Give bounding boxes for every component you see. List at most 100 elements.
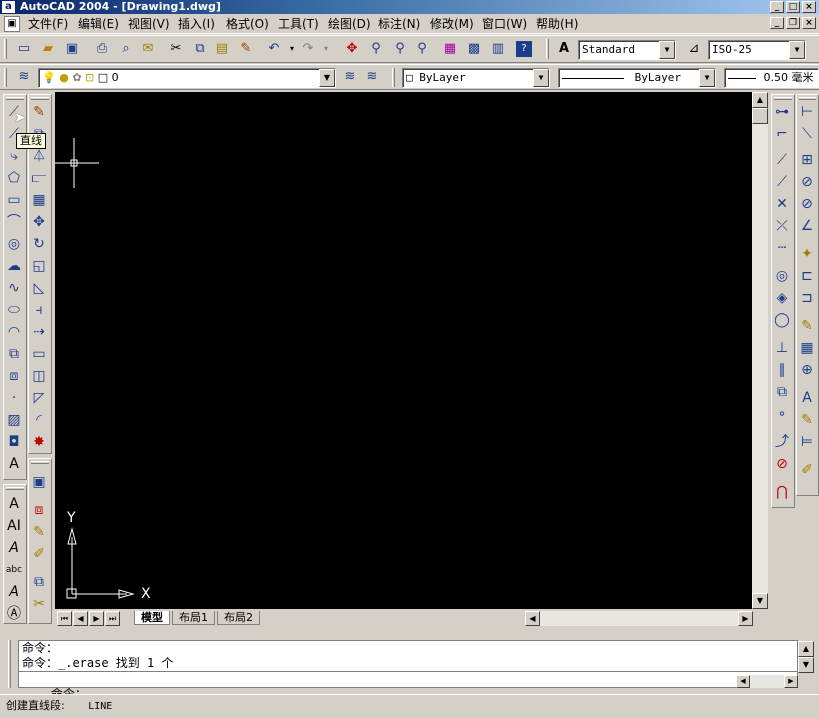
fillet-icon[interactable]: ◜ [29, 410, 49, 430]
dimension-text-edit-icon[interactable]: ✎ [797, 410, 817, 430]
dimension-update-icon[interactable]: ⊨ [797, 432, 817, 452]
insert-block-icon[interactable]: ⧉ [4, 344, 24, 364]
snap-tangent-icon[interactable]: ◯ [772, 310, 792, 330]
rectangle-icon[interactable]: ▭ [4, 190, 24, 210]
snap-midpoint-icon[interactable]: ⟋ [772, 172, 792, 192]
publish-icon[interactable]: ✉ [138, 39, 158, 59]
styles-toolbar-grip[interactable] [546, 39, 549, 59]
save-icon[interactable]: ▣ [62, 39, 82, 59]
doc-restore-button[interactable]: ❐ [786, 17, 800, 29]
erase-icon[interactable]: ✎ [29, 102, 49, 122]
chamfer-icon[interactable]: ◸ [29, 388, 49, 408]
text-style-icon[interactable]: A [554, 39, 574, 59]
region-icon[interactable]: ◘ [4, 432, 24, 452]
tab-layout2[interactable]: 布局2 [217, 611, 260, 625]
radius-dimension-icon[interactable]: ⊘ [797, 172, 817, 192]
offset-icon[interactable]: ⫍ [29, 168, 49, 188]
point-icon[interactable]: · [4, 388, 24, 408]
toolbar-grip[interactable] [31, 97, 49, 100]
explode-icon[interactable]: ✸ [29, 432, 49, 452]
layer-states-icon[interactable]: ▣ [29, 472, 49, 492]
lineweight-select[interactable]: 0.50 毫米 [724, 68, 819, 88]
dim-style-icon[interactable]: ⊿ [684, 39, 704, 59]
properties-icon[interactable]: ▦ [440, 39, 460, 59]
linear-dimension-icon[interactable]: ⊢ [797, 102, 817, 122]
copy-icon[interactable]: ⧉ [190, 39, 210, 59]
make-object-layer-current-icon[interactable]: ≋ [340, 67, 360, 87]
toolbar-grip[interactable] [6, 97, 24, 100]
center-mark-icon[interactable]: ⊕ [797, 360, 817, 380]
text-style-select[interactable]: Standard ▼ [578, 40, 676, 60]
mirror-icon[interactable]: ⏃ [29, 146, 49, 166]
scroll-down-icon[interactable]: ▼ [752, 593, 768, 609]
ole-object-icon[interactable]: ✂ [29, 594, 49, 614]
baseline-dimension-icon[interactable]: ⊏ [797, 266, 817, 286]
doc-close-button[interactable]: × [802, 17, 816, 29]
command-window-grip[interactable] [8, 640, 11, 688]
cmd-scroll-up-icon[interactable]: ▲ [798, 641, 814, 657]
polyline-icon[interactable]: ⤷ [4, 146, 24, 166]
snap-perpendicular-icon[interactable]: ⊥ [772, 338, 792, 358]
tab-model[interactable]: 模型 [134, 611, 170, 625]
cut-icon[interactable]: ✂ [166, 39, 186, 59]
design-center-icon[interactable]: ▩ [464, 39, 484, 59]
rotate-icon[interactable]: ↻ [29, 234, 49, 254]
vertical-scrollbar[interactable]: ▲ ▼ [752, 92, 768, 609]
extend-icon[interactable]: ⇢ [29, 322, 49, 342]
snap-intersection-icon[interactable]: ✕ [772, 194, 792, 214]
make-block-icon[interactable]: ⧈ [4, 366, 24, 386]
layer-previous-icon[interactable]: ≋ [362, 67, 382, 87]
hatch-icon[interactable]: ▨ [4, 410, 24, 430]
cmd-scroll-right-icon[interactable]: ▶ [784, 675, 798, 688]
zoom-previous-icon[interactable]: ⚲ [412, 39, 432, 59]
scroll-right-icon[interactable]: ▶ [738, 611, 753, 626]
snap-insert-icon[interactable]: ⧉ [772, 382, 792, 402]
menu-help[interactable]: 帮助(H) [534, 16, 580, 32]
zoom-realtime-icon[interactable]: ⚲ [366, 39, 386, 59]
cmd-horizontal-scrollbar[interactable]: ◀ ▶ [736, 675, 798, 688]
layer-manager-icon[interactable]: ≋ [14, 67, 34, 87]
menu-dimension[interactable]: 标注(N) [376, 16, 422, 32]
text-style-icon[interactable]: A [4, 582, 24, 602]
snap-quadrant-icon[interactable]: ◈ [772, 288, 792, 308]
quick-leader-icon[interactable]: ✎ [797, 316, 817, 336]
minimize-button[interactable]: _ [770, 1, 784, 13]
osnap-settings-icon[interactable]: ⋂ [772, 482, 792, 502]
attribute-manager-icon[interactable]: ✐ [29, 544, 49, 564]
chevron-down-icon[interactable]: ▼ [699, 69, 715, 87]
scale-icon[interactable]: ◱ [29, 256, 49, 276]
menu-window[interactable]: 窗口(W) [480, 16, 529, 32]
first-tab-icon[interactable]: ⏮ [57, 611, 72, 626]
menu-modify[interactable]: 修改(M) [428, 16, 476, 32]
trim-icon[interactable]: ⫞ [29, 300, 49, 320]
toolbar-grip[interactable] [6, 487, 24, 490]
color-select[interactable]: □ ByLayer ▼ [402, 68, 550, 88]
tolerance-icon[interactable]: ▦ [797, 338, 817, 358]
snap-apparent-intersect-icon[interactable]: ⤫ [772, 216, 792, 236]
snap-nearest-icon[interactable]: ⤴ [772, 432, 792, 452]
chevron-down-icon[interactable]: ▼ [533, 69, 549, 87]
move-icon[interactable]: ✥ [29, 212, 49, 232]
temporary-tracking-icon[interactable]: ⊶ [772, 102, 792, 122]
text-icon[interactable]: A [4, 494, 24, 514]
ordinate-dimension-icon[interactable]: ⊞ [797, 150, 817, 170]
menu-tools[interactable]: 工具(T) [276, 16, 321, 32]
menu-view[interactable]: 视图(V) [126, 16, 172, 32]
dim-style-select[interactable]: ISO-25 ▼ [708, 40, 806, 60]
close-button[interactable]: × [802, 1, 816, 13]
menu-file[interactable]: 文件(F) [26, 16, 70, 32]
tool-palettes-icon[interactable]: ▥ [488, 39, 508, 59]
maximize-button[interactable]: □ [786, 1, 800, 13]
break-at-point-icon[interactable]: ▭ [29, 344, 49, 364]
redo-icon[interactable]: ↷ [298, 39, 318, 59]
revision-cloud-icon[interactable]: ☁ [4, 256, 24, 276]
toolbar-grip[interactable] [4, 39, 7, 59]
prev-tab-icon[interactable]: ◀ [73, 611, 88, 626]
quick-dimension-icon[interactable]: ✦ [797, 244, 817, 264]
snap-endpoint-icon[interactable]: ⟋ [772, 150, 792, 170]
array-icon[interactable]: ▦ [29, 190, 49, 210]
toolbar-grip[interactable] [4, 68, 7, 87]
aligned-dimension-icon[interactable]: ⟍ [797, 124, 817, 144]
ellipse-arc-icon[interactable]: ◠ [4, 322, 24, 342]
chevron-down-icon[interactable]: ▼ [659, 41, 675, 59]
